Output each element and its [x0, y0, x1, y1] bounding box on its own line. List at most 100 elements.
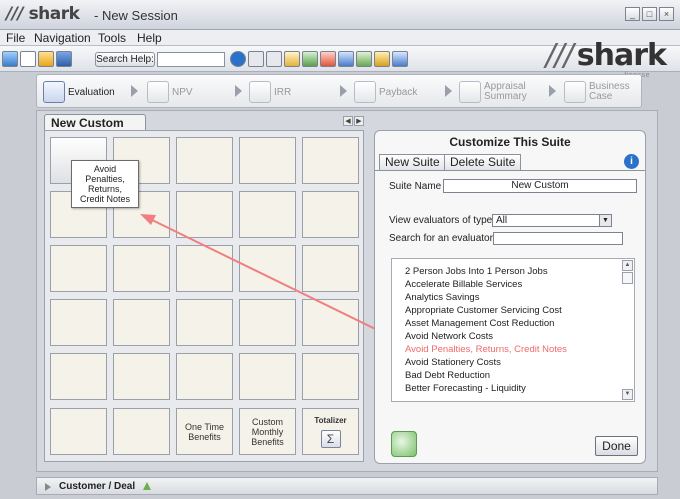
workflow-step-payback[interactable]: Payback: [354, 80, 417, 104]
grid-slot[interactable]: [302, 245, 359, 292]
customer-deal-icon[interactable]: [141, 480, 153, 492]
recycle-bin-icon[interactable]: [391, 431, 417, 457]
divider: [375, 170, 645, 171]
grid-slot[interactable]: [239, 137, 296, 184]
grid-cell-custom-monthly-benefits[interactable]: Custom Monthly Benefits: [239, 408, 296, 455]
scroll-left-icon[interactable]: ◀: [343, 116, 353, 126]
grid-slot[interactable]: [113, 299, 170, 346]
chevron-right-icon: [131, 85, 138, 97]
diamond-icon[interactable]: [302, 51, 318, 67]
grid-slot[interactable]: [50, 299, 107, 346]
grid-slot[interactable]: [302, 353, 359, 400]
workflow-bar: Evaluation NPV IRR Payback Appraisal Summ…: [36, 74, 642, 108]
info-icon[interactable]: i: [624, 154, 639, 169]
list-item[interactable]: Avoid Network Costs: [405, 331, 493, 342]
delete-suite-button[interactable]: Delete Suite: [444, 154, 522, 171]
customer-deal-label[interactable]: Customer / Deal: [59, 481, 135, 492]
maximize-button[interactable]: □: [642, 7, 657, 21]
folder-chart-icon[interactable]: [374, 51, 390, 67]
business-case-icon: [564, 81, 586, 103]
footer-bar: Customer / Deal: [36, 477, 658, 495]
list-item[interactable]: Bad Debt Reduction: [405, 370, 490, 381]
menu-file[interactable]: File: [6, 31, 25, 45]
save-icon[interactable]: [56, 51, 72, 67]
minimize-button[interactable]: _: [625, 7, 640, 21]
grid-slot[interactable]: [113, 353, 170, 400]
grid-slot[interactable]: [302, 191, 359, 238]
evaluator-type-select[interactable]: All ▼: [492, 214, 612, 227]
grid-slot[interactable]: [50, 408, 107, 455]
grid-slot[interactable]: [176, 353, 233, 400]
open-folder-icon[interactable]: [38, 51, 54, 67]
workflow-step-appraisal-summary[interactable]: Appraisal Summary: [459, 80, 527, 104]
scroll-down-icon[interactable]: ▼: [622, 389, 633, 400]
list-scrollbar[interactable]: ▲ ▼: [622, 260, 633, 400]
workflow-step-irr[interactable]: IRR: [249, 80, 291, 104]
wizard-icon[interactable]: [284, 51, 300, 67]
workflow-step-label: Payback: [379, 86, 418, 98]
grid-cell-totalizer[interactable]: Totalizer Σ: [302, 408, 359, 455]
grid-slot[interactable]: [239, 245, 296, 292]
workflow-step-business-case[interactable]: Business Case: [564, 80, 630, 104]
chevron-right-icon: [445, 85, 452, 97]
grid-slot[interactable]: [176, 191, 233, 238]
grid-slot[interactable]: [113, 245, 170, 292]
title-bar: /// shark - New Session _ □ ×: [0, 0, 680, 30]
forward-arrow-icon[interactable]: [266, 51, 282, 67]
totalizer-label: Totalizer: [314, 415, 347, 425]
tab-new-custom[interactable]: New Custom: [44, 114, 146, 131]
list-item[interactable]: Better Forecasting - Liquidity: [405, 383, 526, 394]
grid-slot[interactable]: [176, 299, 233, 346]
grid-slot[interactable]: [50, 245, 107, 292]
app-logo: /// shark: [6, 4, 80, 24]
suite-name-field[interactable]: New Custom: [443, 179, 637, 193]
list-item[interactable]: Appropriate Customer Servicing Cost: [405, 305, 562, 316]
search-help-input[interactable]: [157, 52, 225, 67]
grid-cell-one-time-benefits[interactable]: One Time Benefits: [176, 408, 233, 455]
panel-title: Customize This Suite: [449, 135, 571, 149]
list-item[interactable]: Analytics Savings: [405, 292, 479, 303]
scroll-right-icon[interactable]: ▶: [354, 116, 364, 126]
grid-slot[interactable]: [50, 353, 107, 400]
menu-help[interactable]: Help: [137, 31, 162, 45]
scroll-thumb[interactable]: [622, 272, 633, 284]
menu-tools[interactable]: Tools: [98, 31, 126, 45]
sigma-icon: Σ: [320, 429, 341, 448]
select-value: All: [496, 215, 508, 226]
grid-slot[interactable]: [176, 137, 233, 184]
workflow-step-label: Appraisal Summary: [484, 81, 527, 102]
done-button[interactable]: Done: [595, 436, 638, 456]
new-document-icon[interactable]: [20, 51, 36, 67]
help-icon[interactable]: [230, 51, 246, 67]
list-item[interactable]: Accelerate Billable Services: [405, 279, 522, 290]
search-evaluator-input[interactable]: [493, 232, 623, 245]
evaluator-list: 2 Person Jobs Into 1 Person Jobs Acceler…: [391, 258, 635, 402]
grid-slot[interactable]: [239, 191, 296, 238]
list-item-highlighted[interactable]: Avoid Penalties, Returns, Credit Notes: [405, 344, 567, 355]
home-icon[interactable]: [2, 51, 18, 67]
back-arrow-icon[interactable]: [248, 51, 264, 67]
grid-slot[interactable]: [239, 299, 296, 346]
grid-slot[interactable]: [176, 245, 233, 292]
tab-scroll-controls: ◀ ▶: [343, 116, 364, 126]
expand-triangle-icon[interactable]: [45, 483, 51, 491]
chart-icon[interactable]: [356, 51, 372, 67]
window-icon[interactable]: [338, 51, 354, 67]
grid-slot[interactable]: [113, 408, 170, 455]
menu-navigation[interactable]: Navigation: [34, 31, 91, 45]
export-icon[interactable]: [392, 51, 408, 67]
new-suite-button[interactable]: New Suite: [379, 154, 446, 171]
list-item[interactable]: Avoid Stationery Costs: [405, 357, 501, 368]
irr-icon: [249, 81, 271, 103]
appraisal-summary-icon: [459, 81, 481, 103]
report-icon[interactable]: [320, 51, 336, 67]
grid-slot[interactable]: [239, 353, 296, 400]
scroll-up-icon[interactable]: ▲: [622, 260, 633, 271]
grid-slot[interactable]: [302, 299, 359, 346]
close-button[interactable]: ×: [659, 7, 674, 21]
list-item[interactable]: 2 Person Jobs Into 1 Person Jobs: [405, 266, 548, 277]
list-item[interactable]: Asset Management Cost Reduction: [405, 318, 554, 329]
grid-slot[interactable]: [302, 137, 359, 184]
workflow-step-evaluation[interactable]: Evaluation: [43, 80, 115, 104]
workflow-step-npv[interactable]: NPV: [147, 80, 193, 104]
